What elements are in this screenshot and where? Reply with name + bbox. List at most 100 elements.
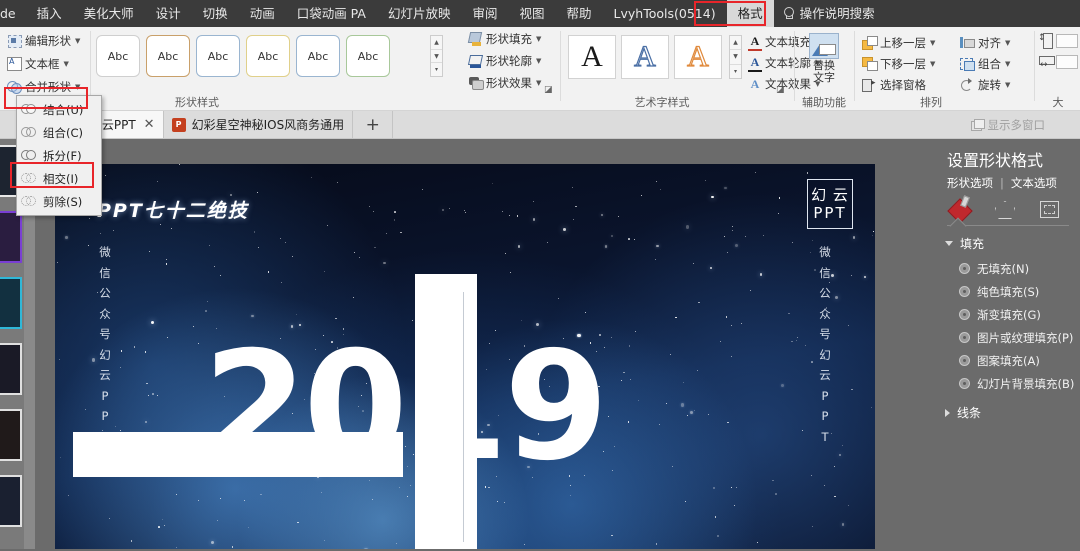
fill-line-icon[interactable] bbox=[949, 197, 973, 221]
merge-item-intersect[interactable]: 相交(I) bbox=[17, 167, 101, 190]
group-button[interactable]: 组合 ▼ bbox=[960, 53, 1010, 74]
wordart-sample[interactable]: A bbox=[674, 35, 722, 79]
slide-thumbnail[interactable] bbox=[0, 343, 22, 395]
radio-button[interactable] bbox=[959, 332, 970, 343]
shape-outline-button[interactable]: 形状轮廓 ▼ bbox=[466, 51, 558, 71]
shape-height-input[interactable] bbox=[1056, 33, 1078, 48]
scroll-down-icon[interactable]: ▼ bbox=[431, 50, 442, 64]
merge-item-label: 组合(C) bbox=[43, 125, 84, 140]
effects-icon[interactable] bbox=[993, 197, 1017, 221]
menu-item-slide[interactable]: de bbox=[0, 0, 26, 27]
fill-option-gradient[interactable]: 渐变填充(G) bbox=[959, 303, 1079, 326]
tab-shape-options[interactable]: 形状选项 bbox=[947, 175, 993, 191]
fill-option-picture[interactable]: 图片或纹理填充(P) bbox=[959, 326, 1079, 349]
scroll-more-icon[interactable]: ▾ bbox=[431, 63, 442, 76]
document-tab-inactive[interactable]: P 幻彩星空神秘IOS风商务通用 bbox=[163, 111, 354, 138]
edit-shape-button[interactable]: 编辑形状 ▼ bbox=[4, 31, 90, 51]
wordart-sample[interactable]: A bbox=[621, 35, 669, 79]
multi-window-button[interactable]: 显示多窗口 bbox=[960, 111, 1055, 138]
menu-item-slideshow[interactable]: 幻灯片放映 bbox=[377, 0, 462, 27]
size-properties-icon[interactable] bbox=[1037, 197, 1061, 221]
bring-forward-label: 上移一层 bbox=[880, 35, 926, 50]
merge-item-subtract[interactable]: 剪除(S) bbox=[17, 190, 101, 213]
wordart-dialog-launcher[interactable]: ◪ bbox=[776, 85, 786, 95]
text-box-button[interactable]: 文本框 ▼ bbox=[4, 54, 90, 74]
menu-item-format[interactable]: 格式 bbox=[726, 0, 774, 27]
menu-item-view[interactable]: 视图 bbox=[509, 0, 556, 27]
menu-item-transitions[interactable]: 切换 bbox=[192, 0, 239, 27]
slide-canvas[interactable]: PPT七十二绝技 幻 云 PPT 微信公众号幻云PPT 微信公众号幻云PPT 2… bbox=[55, 164, 875, 551]
shape-styles-dialog-launcher[interactable]: ◪ bbox=[544, 85, 554, 95]
shape-style-swatch[interactable]: Abc bbox=[146, 35, 190, 77]
slide-thumbnail[interactable] bbox=[0, 277, 22, 329]
tab-text-options[interactable]: 文本选项 bbox=[1011, 175, 1057, 191]
merge-item-combine[interactable]: 组合(C) bbox=[17, 121, 101, 144]
align-button[interactable]: 对齐 ▼ bbox=[960, 32, 1010, 53]
menu-item-review[interactable]: 审阅 bbox=[461, 0, 508, 27]
shape-style-scrollbar[interactable]: ▲ ▼ ▾ bbox=[430, 35, 443, 77]
scroll-up-icon[interactable]: ▲ bbox=[431, 36, 442, 50]
powerpoint-window: de 插入 美化大师 设计 切换 动画 口袋动画 PA 幻灯片放映 审阅 视图 … bbox=[0, 0, 1080, 551]
document-tab-bar: 号: 幻云PPT ✕ P 幻彩星空神秘IOS风商务通用 + 显示多窗口 bbox=[0, 111, 1080, 139]
fill-option-solid[interactable]: 纯色填充(S) bbox=[959, 280, 1079, 303]
scroll-down-icon[interactable]: ▼ bbox=[730, 50, 741, 65]
fill-option-pattern[interactable]: 图案填充(A) bbox=[959, 349, 1079, 372]
close-icon[interactable]: ✕ bbox=[142, 117, 155, 132]
radio-button[interactable] bbox=[959, 355, 970, 366]
menu-item-tell-me[interactable]: 操作说明搜索 bbox=[800, 0, 886, 27]
ribbon: 编辑形状 ▼ 文本框 ▼ 合并形状 ▼ Abc Abc Abc Abc bbox=[0, 27, 1080, 111]
shape-width-field[interactable] bbox=[1038, 54, 1080, 70]
merge-shapes-dropdown[interactable]: 结合(U) 组合(C) 拆分(F) 相交(I) 剪除(S) bbox=[16, 95, 102, 216]
docbar-spacer bbox=[393, 111, 961, 138]
menu-item-help[interactable]: 帮助 bbox=[556, 0, 603, 27]
radio-button[interactable] bbox=[959, 263, 970, 274]
merge-item-fragment[interactable]: 拆分(F) bbox=[17, 144, 101, 167]
shape-style-swatch[interactable]: Abc bbox=[346, 35, 390, 77]
shape-outline-label: 形状轮廓 bbox=[486, 54, 532, 68]
alt-text-button[interactable]: 替换 文字 bbox=[804, 33, 844, 84]
shape-height-field[interactable] bbox=[1038, 33, 1080, 49]
wordart-gallery[interactable]: A A A bbox=[568, 35, 722, 79]
shape-style-swatch[interactable]: Abc bbox=[96, 35, 140, 77]
menu-item-beautify[interactable]: 美化大师 bbox=[73, 0, 145, 27]
menu-item-insert[interactable]: 插入 bbox=[26, 0, 73, 27]
shape-style-swatch[interactable]: Abc bbox=[296, 35, 340, 77]
shape-style-gallery[interactable]: Abc Abc Abc Abc Abc Abc bbox=[96, 35, 390, 77]
fill-section-header[interactable]: 填充 bbox=[945, 235, 984, 252]
radio-button[interactable] bbox=[959, 378, 970, 389]
chevron-down-icon: ▼ bbox=[536, 35, 542, 43]
bring-forward-button[interactable]: 上移一层 ▼ bbox=[862, 32, 935, 53]
scroll-more-icon[interactable]: ▾ bbox=[730, 65, 741, 78]
text-box-icon bbox=[7, 57, 22, 71]
menu-item-animations[interactable]: 动画 bbox=[239, 0, 286, 27]
line-section-header[interactable]: 线条 bbox=[945, 404, 981, 421]
new-tab-button[interactable]: + bbox=[353, 111, 394, 138]
shape-width-input[interactable] bbox=[1056, 54, 1078, 69]
selection-pane-button[interactable]: 选择窗格 bbox=[862, 74, 935, 95]
wordart-sample[interactable]: A bbox=[568, 35, 616, 79]
shape-height-icon bbox=[1038, 33, 1054, 49]
radio-button[interactable] bbox=[959, 309, 970, 320]
fill-option-slide-background[interactable]: 幻灯片背景填充(B) bbox=[959, 372, 1079, 395]
fill-option-none[interactable]: 无填充(N) bbox=[959, 257, 1079, 280]
send-backward-button[interactable]: 下移一层 ▼ bbox=[862, 53, 935, 74]
slide-thumbnail[interactable] bbox=[0, 409, 22, 461]
slide-thumbnail[interactable] bbox=[0, 475, 22, 527]
radio-button[interactable] bbox=[959, 286, 970, 297]
menu-item-pocket-animation[interactable]: 口袋动画 PA bbox=[286, 0, 377, 27]
shape-style-swatch[interactable]: Abc bbox=[196, 35, 240, 77]
merge-item-union[interactable]: 结合(U) bbox=[17, 98, 101, 121]
shape-fill-button[interactable]: 形状填充 ▼ bbox=[466, 29, 558, 49]
rotate-icon bbox=[960, 77, 975, 92]
menu-item-lvyhtools[interactable]: LvyhTools(0514) bbox=[603, 0, 727, 27]
white-vertical-band-shape[interactable] bbox=[415, 274, 477, 551]
menu-item-design[interactable]: 设计 bbox=[145, 0, 192, 27]
wordart-scrollbar[interactable]: ▲ ▼ ▾ bbox=[729, 35, 742, 79]
scroll-up-icon[interactable]: ▲ bbox=[730, 36, 741, 51]
chevron-down-icon: ▼ bbox=[930, 38, 936, 47]
shape-style-swatch[interactable]: Abc bbox=[246, 35, 290, 77]
slide-thumbnail[interactable] bbox=[0, 211, 22, 263]
band-seam-line bbox=[463, 292, 464, 542]
white-bar-shape[interactable] bbox=[73, 432, 403, 477]
rotate-button[interactable]: 旋转 ▼ bbox=[960, 74, 1010, 95]
